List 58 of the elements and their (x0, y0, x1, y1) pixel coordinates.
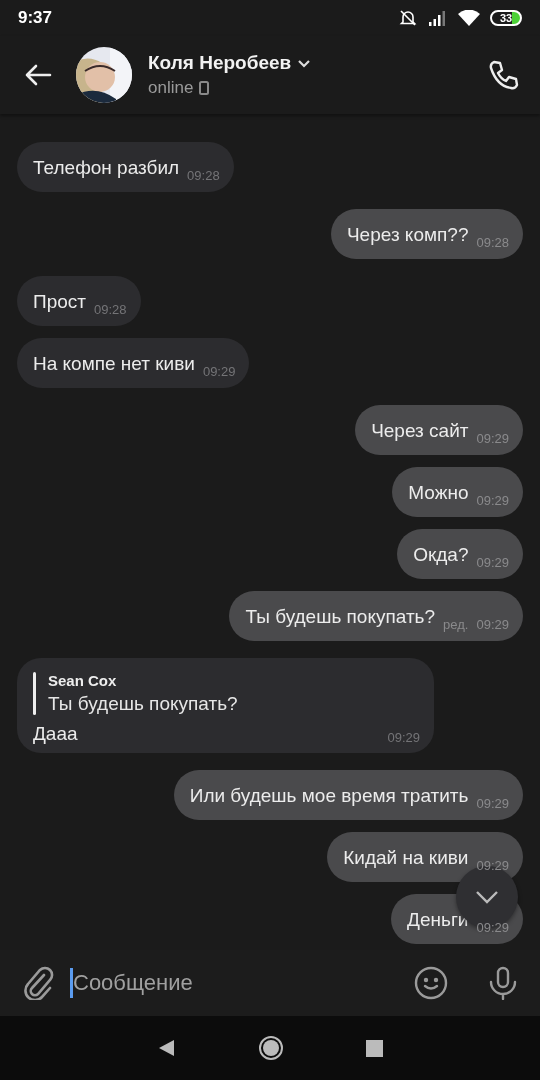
signal-icon (428, 10, 448, 26)
message-time: 09:29 (476, 430, 509, 448)
message-text: Через комп?? (346, 222, 469, 247)
message-text: Окда? (413, 542, 469, 567)
attach-button[interactable] (24, 966, 54, 1000)
message-time: 09:28 (94, 301, 127, 319)
message-bubble[interactable]: Через комп?? 09:28 (330, 209, 523, 259)
message-time: 09:28 (476, 234, 509, 252)
message-text: Кидай на киви (343, 845, 469, 870)
contact-name[interactable]: Коля Неробеев (148, 52, 292, 74)
back-nav-button[interactable] (157, 1039, 176, 1057)
call-button[interactable] (488, 59, 520, 91)
message-text: Деньги (407, 907, 469, 932)
wifi-icon (458, 10, 480, 26)
message-text: Можно (408, 480, 469, 505)
back-button[interactable] (24, 63, 52, 87)
clock: 9:37 (18, 8, 54, 28)
message-bubble[interactable]: Ты будешь покупать? ред. 09:29 (229, 591, 523, 641)
message-time: 09:28 (187, 167, 220, 185)
recents-nav-button[interactable] (365, 1039, 383, 1057)
phone-device-icon (199, 81, 210, 95)
message-bubble[interactable]: Можно 09:29 (392, 467, 523, 517)
battery-icon: 33 (490, 10, 522, 26)
message-bubble[interactable]: Sean Cox Ты будешь покупать? Дааа 09:29 (17, 658, 434, 753)
message-text: Ты будешь покупать? (245, 604, 436, 629)
online-status: online (148, 78, 194, 98)
message-text: Через сайт (371, 418, 469, 443)
message-time: 09:29 (476, 857, 509, 875)
quoted-author: Sean Cox (48, 672, 118, 689)
message-input-field[interactable]: Сообщение (73, 963, 400, 1003)
quoted-text: Ты будешь покупать? (48, 693, 238, 715)
message-time: 09:29 (476, 795, 509, 813)
message-time: 09:29 (476, 616, 509, 634)
message-time: 09:29 (387, 730, 420, 745)
text-cursor (70, 968, 73, 998)
edited-label: ред. (443, 616, 469, 634)
message-bubble[interactable]: Через сайт 09:29 (355, 405, 523, 455)
message-text: Прост (33, 289, 86, 314)
message-text: На компе нет киви (33, 351, 195, 376)
message-text: Телефон разбил (33, 155, 180, 180)
microphone-button[interactable] (488, 966, 518, 1000)
muted-bell-icon (398, 8, 418, 28)
message-bubble[interactable]: Кидай на киви 09:29 (327, 832, 523, 882)
chevron-down-icon[interactable] (297, 58, 312, 68)
message-bubble[interactable]: Телефон разбил 09:28 (17, 142, 234, 192)
home-nav-button[interactable] (257, 1035, 284, 1061)
chevron-down-icon[interactable] (475, 890, 499, 904)
message-bubble[interactable]: Или будешь мое время тратить 09:29 (173, 770, 523, 820)
emoji-button[interactable] (414, 966, 448, 1000)
message-bubble[interactable]: Окда? 09:29 (397, 529, 523, 579)
message-time: 09:29 (476, 492, 509, 510)
message-time: 09:29 (476, 554, 509, 572)
message-bubble[interactable]: На компе нет киви 09:29 (17, 338, 250, 388)
message-text: Или будешь мое время тратить (189, 783, 469, 808)
message-bubble[interactable]: Прост 09:28 (17, 276, 141, 326)
message-time: 09:29 (202, 363, 236, 381)
message-time: 09:29 (476, 919, 509, 937)
message-text: Дааа (33, 723, 79, 745)
